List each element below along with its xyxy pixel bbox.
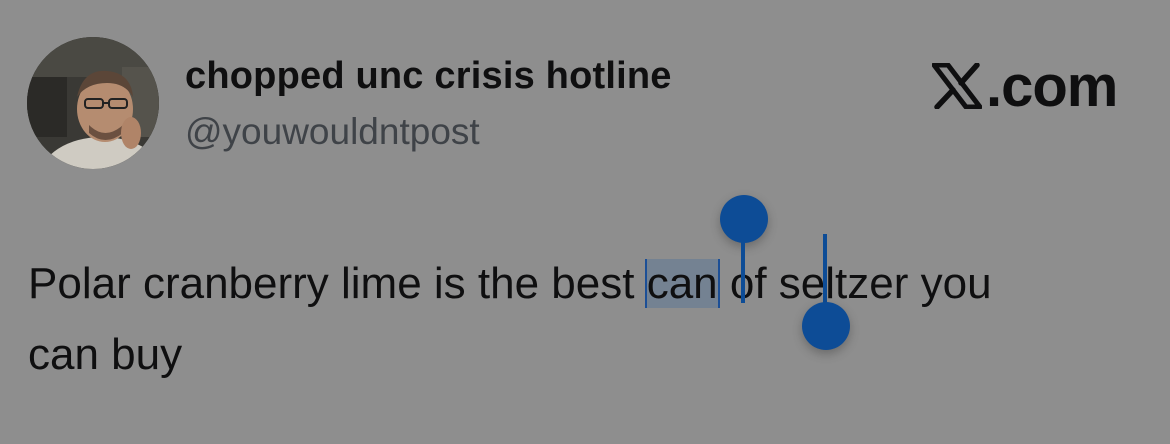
selection-end-handle[interactable] [800, 232, 852, 352]
user-handle[interactable]: @youwouldntpost [185, 111, 480, 153]
post-text-line-1: Polar cranberry lime is the best can of … [28, 248, 1153, 319]
post-text[interactable]: Polar cranberry lime is the best can of … [28, 248, 1153, 390]
post-text-segment: Polar cranberry lime is the best [28, 259, 647, 308]
brand-watermark: .com [932, 54, 1118, 119]
selected-text[interactable]: can [646, 259, 718, 308]
selection-start-stem [741, 223, 745, 303]
post-text-line-2: can buy [28, 330, 183, 379]
post-card: chopped unc crisis hotline @youwouldntpo… [0, 0, 1170, 444]
brand-domain-text: .com [986, 53, 1118, 119]
x-logo-icon [932, 63, 982, 109]
selection-start-handle[interactable] [718, 193, 770, 311]
avatar-image [27, 37, 159, 169]
selection-end-knob [802, 302, 850, 350]
avatar[interactable] [27, 37, 159, 169]
display-name[interactable]: chopped unc crisis hotline [185, 55, 672, 98]
